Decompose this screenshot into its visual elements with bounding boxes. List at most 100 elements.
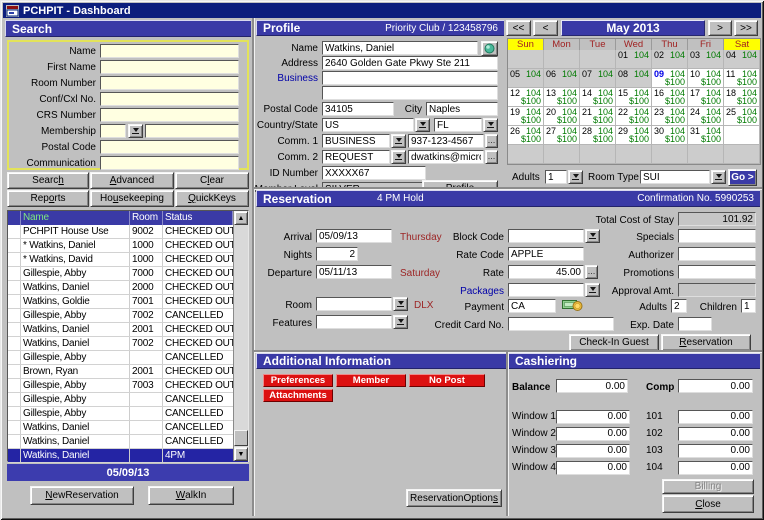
calendar-day-cell[interactable]: 11104$100 bbox=[724, 69, 760, 88]
calendar-day-cell[interactable]: 14104$100 bbox=[580, 88, 616, 107]
calendar-day-cell[interactable]: 10104$100 bbox=[688, 69, 724, 88]
room-column-header[interactable]: Room bbox=[130, 211, 163, 225]
walk-in-button[interactable]: Walk In bbox=[148, 486, 234, 505]
calendar-day-cell[interactable]: 23104$100 bbox=[652, 107, 688, 126]
profile-address-input[interactable] bbox=[322, 56, 498, 70]
calendar-day-cell[interactable]: 13104$100 bbox=[544, 88, 580, 107]
reservation-options-button[interactable]: Reservation Options bbox=[406, 489, 502, 507]
go-button[interactable]: Go > bbox=[728, 169, 757, 186]
reports-button[interactable]: Reports bbox=[7, 190, 89, 207]
calendar-day-cell[interactable]: 21104$100 bbox=[580, 107, 616, 126]
table-row[interactable]: Gillespie, AbbyCANCELLED bbox=[8, 351, 248, 365]
housekeeping-button[interactable]: Housekeeping bbox=[90, 190, 174, 207]
calendar-next-month-button[interactable]: > bbox=[708, 20, 732, 36]
profile-business-input-1[interactable] bbox=[322, 71, 498, 85]
table-row[interactable]: Watkins, DanielCANCELLED bbox=[8, 421, 248, 435]
arrival-input[interactable] bbox=[316, 229, 392, 243]
comm2-more-button[interactable]: … bbox=[485, 150, 498, 164]
search-membership-input[interactable] bbox=[145, 124, 239, 138]
table-scrollbar[interactable]: ▲ ▼ bbox=[233, 211, 248, 461]
calendar-day-cell[interactable]: 08104 bbox=[616, 69, 652, 88]
calendar-day-cell[interactable]: 28104$100 bbox=[580, 126, 616, 145]
calendar-day-cell[interactable]: 26104$100 bbox=[508, 126, 544, 145]
calendar-day-cell[interactable]: 20104$100 bbox=[544, 107, 580, 126]
comm1-type-input[interactable] bbox=[322, 134, 390, 148]
table-row[interactable]: Watkins, Daniel2000CHECKED OUT bbox=[8, 281, 248, 295]
calendar-day-cell[interactable] bbox=[724, 145, 760, 164]
table-row[interactable]: Watkins, DanielCANCELLED bbox=[8, 435, 248, 449]
nights-input[interactable] bbox=[316, 247, 358, 261]
profile-country-input[interactable] bbox=[322, 118, 414, 132]
attachments-tag-button[interactable]: Attachments bbox=[263, 389, 333, 402]
calendar-day-cell[interactable]: 01104 bbox=[616, 50, 652, 69]
country-dropdown-button[interactable] bbox=[415, 118, 430, 132]
table-row[interactable]: Gillespie, AbbyCANCELLED bbox=[8, 407, 248, 421]
calendar-day-cell[interactable]: 27104$100 bbox=[544, 126, 580, 145]
member-tag-button[interactable]: Member bbox=[336, 374, 406, 387]
table-row[interactable]: Gillespie, AbbyCANCELLED bbox=[8, 393, 248, 407]
room-input[interactable] bbox=[316, 297, 392, 311]
close-button[interactable]: Close bbox=[662, 495, 754, 513]
calendar-day-cell[interactable]: 19104$100 bbox=[508, 107, 544, 126]
search-conf-input[interactable] bbox=[100, 92, 239, 106]
name-column-header[interactable]: Name bbox=[21, 211, 130, 225]
specials-input[interactable] bbox=[678, 229, 756, 243]
table-row[interactable]: Watkins, Daniel4PM bbox=[8, 449, 248, 463]
calendar-day-cell[interactable]: 03104 bbox=[688, 50, 724, 69]
calendar-day-cell[interactable]: 12104$100 bbox=[508, 88, 544, 107]
calendar-day-cell[interactable] bbox=[544, 50, 580, 69]
search-crs-input[interactable] bbox=[100, 108, 239, 122]
calendar-adults-input[interactable] bbox=[545, 170, 567, 184]
calendar-day-cell[interactable] bbox=[688, 145, 724, 164]
promotions-input[interactable] bbox=[678, 265, 756, 279]
quick-keys-button[interactable]: Quick Keys bbox=[175, 190, 249, 207]
search-room-number-input[interactable] bbox=[100, 76, 239, 90]
table-row[interactable]: * Watkins, Daniel1000CHECKED OUT bbox=[8, 239, 248, 253]
comm1-dropdown-button[interactable] bbox=[391, 134, 406, 148]
calendar-day-cell[interactable]: 04104 bbox=[724, 50, 760, 69]
calendar-day-cell[interactable] bbox=[724, 126, 760, 145]
comm2-type-input[interactable] bbox=[322, 150, 390, 164]
comm1-value-input[interactable] bbox=[408, 134, 484, 148]
table-row[interactable]: Watkins, Daniel7002CHECKED OUT bbox=[8, 337, 248, 351]
calendar-day-cell[interactable] bbox=[544, 145, 580, 164]
scrollbar-thumb[interactable] bbox=[234, 430, 248, 446]
calendar-prev-year-button[interactable]: << bbox=[506, 20, 531, 36]
calendar-day-cell[interactable]: 17104$100 bbox=[688, 88, 724, 107]
calendar-adults-dropdown[interactable] bbox=[568, 170, 583, 184]
departure-input[interactable] bbox=[316, 265, 392, 279]
search-first-name-input[interactable] bbox=[100, 60, 239, 74]
calendar-next-year-button[interactable]: >> bbox=[734, 20, 758, 36]
scroll-up-button[interactable]: ▲ bbox=[234, 211, 248, 225]
profile-city-input[interactable] bbox=[426, 102, 498, 116]
calendar-day-cell[interactable]: 06104 bbox=[544, 69, 580, 88]
calendar-day-cell[interactable]: 09104$100 bbox=[652, 69, 688, 88]
no-post-tag-button[interactable]: No Post bbox=[409, 374, 485, 387]
calendar-day-cell[interactable]: 02104 bbox=[652, 50, 688, 69]
membership-dropdown-button[interactable] bbox=[128, 124, 143, 138]
status-column-header[interactable]: Status bbox=[163, 211, 233, 225]
advanced-button[interactable]: Advanced bbox=[90, 172, 174, 189]
profile-name-input[interactable] bbox=[322, 41, 478, 55]
comm2-value-input[interactable] bbox=[408, 150, 484, 164]
calendar-day-cell[interactable] bbox=[508, 145, 544, 164]
table-row[interactable]: Brown, Ryan2001CHECKED OUT bbox=[8, 365, 248, 379]
search-button[interactable]: Search bbox=[7, 172, 89, 189]
preferences-tag-button[interactable]: Preferences bbox=[263, 374, 333, 387]
calendar-day-cell[interactable]: 16104$100 bbox=[652, 88, 688, 107]
calendar-room-type-input[interactable] bbox=[640, 170, 710, 184]
calendar-day-cell[interactable]: 25104$100 bbox=[724, 107, 760, 126]
search-postal-input[interactable] bbox=[100, 140, 239, 154]
table-row[interactable]: Gillespie, Abby7003CHECKED OUT bbox=[8, 379, 248, 393]
calendar-day-cell[interactable]: 18104$100 bbox=[724, 88, 760, 107]
calendar-day-cell[interactable] bbox=[580, 145, 616, 164]
state-dropdown-button[interactable] bbox=[483, 118, 498, 132]
reservation-button[interactable]: Reservation bbox=[661, 334, 751, 351]
profile-id-input[interactable] bbox=[322, 166, 426, 180]
search-membership-code-input[interactable] bbox=[100, 124, 126, 138]
authorizer-input[interactable] bbox=[678, 247, 756, 261]
check-in-guest-button[interactable]: Check-In Guest bbox=[569, 334, 659, 351]
profile-postal-input[interactable] bbox=[322, 102, 394, 116]
profile-lookup-button[interactable] bbox=[481, 41, 498, 56]
scroll-down-button[interactable]: ▼ bbox=[234, 447, 248, 461]
